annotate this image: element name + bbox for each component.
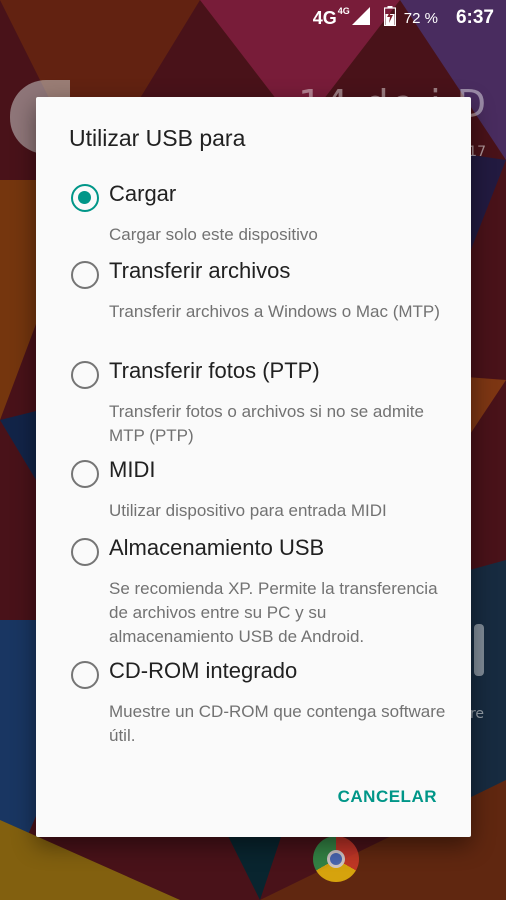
chrome-app-icon <box>313 836 359 882</box>
option-description: Transferir archivos a Windows o Mac (MTP… <box>109 302 440 321</box>
radio-unchecked-icon[interactable] <box>71 361 99 389</box>
option-description: Muestre un CD-ROM que contenga software … <box>109 702 446 745</box>
network-type: 4G 4G <box>312 5 350 28</box>
option-label: Transferir fotos (PTP) <box>109 358 320 383</box>
option-label: Almacenamiento USB <box>109 535 325 560</box>
option-description: Utilizar dispositivo para entrada MIDI <box>109 501 387 520</box>
option-label: CD-ROM integrado <box>109 658 298 683</box>
option-cargar[interactable]: Cargar Cargar solo este dispositivo <box>71 181 447 254</box>
cancel-button[interactable]: CANCELAR <box>338 787 437 807</box>
radio-unchecked-icon[interactable] <box>71 538 99 566</box>
status-bar: 4G 4G 72 % 6:37 <box>0 0 506 36</box>
option-almacenamiento-usb[interactable]: Almacenamiento USB Se recomienda XP. Per… <box>71 535 447 650</box>
radio-unchecked-icon[interactable] <box>71 460 99 488</box>
battery-percent: 72 % <box>403 9 438 27</box>
background-card <box>474 624 484 676</box>
background-label-fragment: re <box>469 706 484 722</box>
radio-unchecked-icon[interactable] <box>71 261 99 289</box>
option-label: Transferir archivos <box>109 258 291 283</box>
option-description: Cargar solo este dispositivo <box>109 225 318 244</box>
option-transferir-archivos[interactable]: Transferir archivos Transferir archivos … <box>71 258 447 351</box>
radio-checked-icon[interactable] <box>71 184 99 212</box>
status-time: 6:37 <box>455 7 494 28</box>
option-transferir-fotos[interactable]: Transferir fotos (PTP) Transferir fotos … <box>71 358 447 451</box>
option-cd-rom-integrado[interactable]: CD-ROM integrado Muestre un CD-ROM que c… <box>71 658 447 751</box>
radio-unchecked-icon[interactable] <box>71 661 99 689</box>
option-midi[interactable]: MIDI Utilizar dispositivo para entrada M… <box>71 457 447 526</box>
signal-icon <box>351 6 370 30</box>
usb-mode-dialog: Utilizar USB para Cargar Cargar solo est… <box>36 97 471 837</box>
option-label: MIDI <box>109 457 156 482</box>
dialog-title: Utilizar USB para <box>69 125 246 151</box>
option-description: Transferir fotos o archivos si no se adm… <box>109 402 424 445</box>
option-label: Cargar <box>109 181 177 206</box>
option-description: Se recomienda XP. Permite la transferenc… <box>109 579 438 646</box>
battery-charging-icon <box>383 5 396 31</box>
